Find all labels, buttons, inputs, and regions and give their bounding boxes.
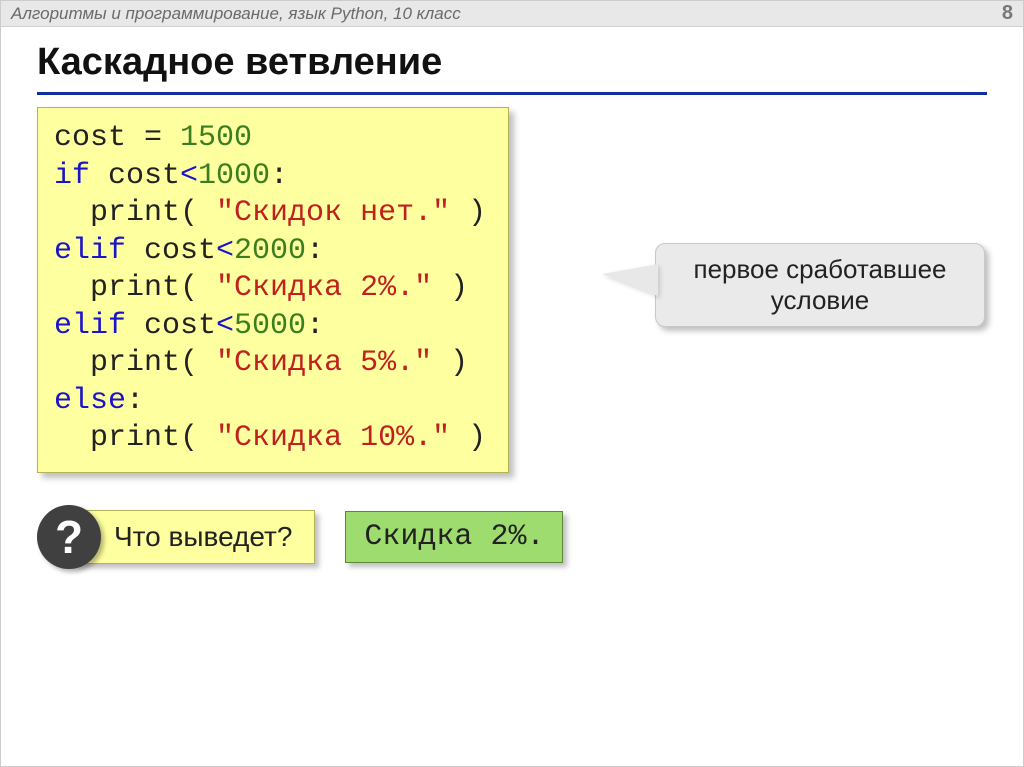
callout: первое сработавшее условие [655,243,985,327]
page-number: 8 [1002,2,1013,25]
slide-title: Каскадное ветвление [37,41,987,84]
question-icon: ? [37,505,101,569]
header-bar: Алгоритмы и программирование, язык Pytho… [1,1,1023,27]
header-subject: Алгоритмы и программирование, язык Pytho… [11,4,461,24]
code-block: cost = 1500 if cost<1000: print( "Скидок… [37,107,509,473]
title-underline [37,92,987,95]
question-badge: ? Что выведет? [37,505,315,569]
question-text: Что выведет? [73,510,315,564]
question-row: ? Что выведет? Скидка 2%. [37,505,987,569]
callout-pointer-icon [602,264,658,296]
answer-box: Скидка 2%. [345,511,563,563]
callout-line1: первое сработавшее [674,254,966,285]
callout-line2: условие [674,285,966,316]
